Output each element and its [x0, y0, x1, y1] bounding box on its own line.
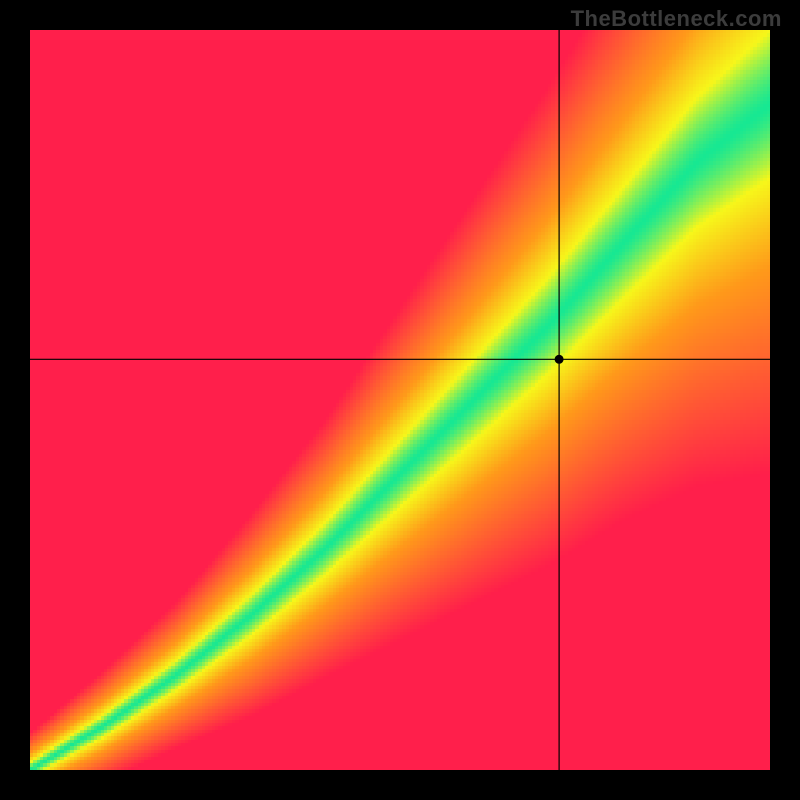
plot-area	[30, 30, 770, 770]
watermark-text: TheBottleneck.com	[571, 6, 782, 32]
chart-frame: TheBottleneck.com	[0, 0, 800, 800]
crosshair-marker-dot	[555, 355, 564, 364]
crosshair-overlay	[30, 30, 770, 770]
crosshair	[30, 30, 770, 770]
